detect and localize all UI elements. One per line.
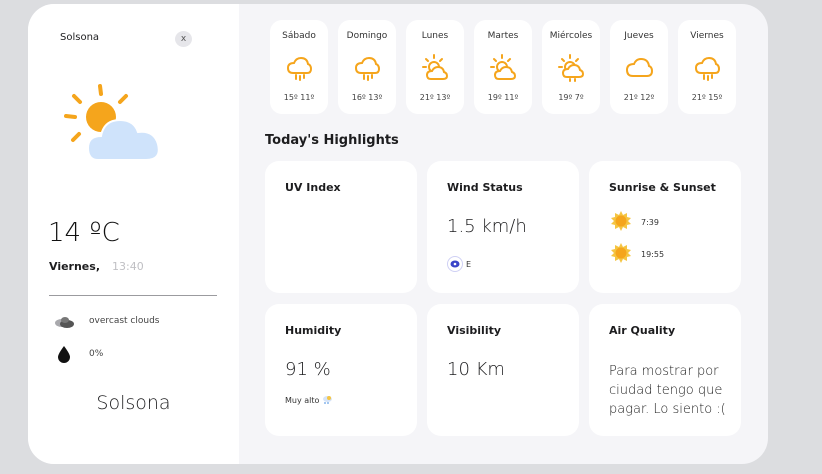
humidity-note: Muy alto	[285, 395, 333, 405]
current-temperature: 14 ºC	[48, 218, 120, 248]
forecast-temps: 19º 7º	[558, 93, 584, 102]
forecast-temps: 21º 13º	[419, 93, 451, 102]
city-name: Solsona	[96, 392, 171, 414]
uv-index-title: UV Index	[285, 181, 341, 194]
visibility-value: 10 Km	[447, 359, 505, 380]
forecast-card: Lunes 21º 13º	[406, 20, 464, 114]
weather-condition: overcast clouds	[89, 316, 160, 326]
sunrise-row: 7:39	[610, 211, 659, 233]
sun-cloud-icon	[490, 54, 517, 80]
divider	[49, 295, 217, 296]
forecast-day: Domingo	[346, 31, 388, 41]
forecast-day: Martes	[487, 31, 519, 41]
current-time: 13:40	[112, 260, 144, 273]
current-weather-panel: Solsona x 14 ºC Viernes, 13:40 overcast …	[28, 4, 239, 464]
wind-speed: 1.5 km/h	[447, 216, 527, 237]
wind-direction-label: E	[466, 259, 472, 269]
forecast-card: Martes 19º 11º	[474, 20, 532, 114]
sunrise-sunset-title: Sunrise & Sunset	[609, 181, 716, 194]
air-quality-title: Air Quality	[609, 324, 676, 337]
wind-status-card: Wind Status 1.5 km/h E	[427, 161, 579, 293]
highlights-title: Today's Highlights	[265, 133, 399, 148]
forecast-temps: 21º 12º	[623, 93, 655, 102]
forecast-card: Domingo 16º 13º	[338, 20, 396, 114]
sun-behind-cloud-icon	[64, 84, 160, 161]
humidity-title: Humidity	[285, 324, 342, 337]
cloud-icon	[625, 57, 653, 77]
visibility-title: Visibility	[447, 324, 502, 337]
rain-cloud-icon	[354, 56, 381, 81]
forecast-temps: 21º 15º	[691, 93, 723, 102]
humidity-value: 91 %	[285, 359, 331, 380]
sunset-icon	[611, 243, 631, 263]
sunset-time: 19:55	[641, 249, 665, 259]
current-day: Viernes,	[49, 260, 100, 273]
forecast-card: Miércoles 19º 7º	[542, 20, 600, 114]
forecast-day: Miércoles	[549, 31, 593, 41]
sun-cloud-icon	[422, 54, 449, 80]
sunrise-icon	[611, 211, 631, 231]
forecast-temps: 16º 13º	[351, 93, 383, 102]
sunrise-sunset-card: Sunrise & Sunset 7:39 19:55	[589, 161, 741, 293]
rain-cloud-icon	[694, 56, 721, 81]
sunset-row: 19:55	[610, 243, 664, 265]
wind-direction: E	[447, 256, 471, 272]
city-label: Solsona	[60, 32, 100, 43]
forecast-day: Jueves	[624, 31, 654, 41]
forecast-card: Viernes 21º 15º	[678, 20, 736, 114]
visibility-card: Visibility 10 Km	[427, 304, 579, 436]
water-drop-icon	[58, 346, 70, 363]
wind-status-title: Wind Status	[447, 181, 523, 194]
rain-cloud-icon	[322, 396, 332, 404]
humidity-card: Humidity 91 % Muy alto	[265, 304, 417, 436]
compass-icon	[447, 256, 463, 272]
forecast-temps: 15º 11º	[283, 93, 315, 102]
forecast-temps: 19º 11º	[487, 93, 519, 102]
forecast-card: Jueves 21º 12º	[610, 20, 668, 114]
air-quality-card: Air Quality Para mostrar por ciudad teng…	[589, 304, 741, 436]
forecast-day: Viernes	[690, 31, 724, 41]
clouds-icon	[55, 317, 74, 328]
forecast-card: Sábado 15º 11º	[270, 20, 328, 114]
uv-index-card: UV Index	[265, 161, 417, 293]
rain-chance: 0%	[89, 349, 104, 359]
humidity-note-label: Muy alto	[285, 396, 320, 405]
close-button[interactable]: x	[175, 31, 192, 47]
forecast-day: Lunes	[421, 31, 449, 41]
air-quality-message: Para mostrar por ciudad tengo que pagar.…	[609, 364, 726, 417]
sunrise-time: 7:39	[641, 217, 659, 227]
forecast-day: Sábado	[282, 31, 316, 41]
weather-app: Solsona x 14 ºC Viernes, 13:40 overcast …	[28, 4, 768, 464]
sun-cloud-rain-icon	[558, 54, 585, 82]
rain-cloud-icon	[286, 56, 313, 81]
